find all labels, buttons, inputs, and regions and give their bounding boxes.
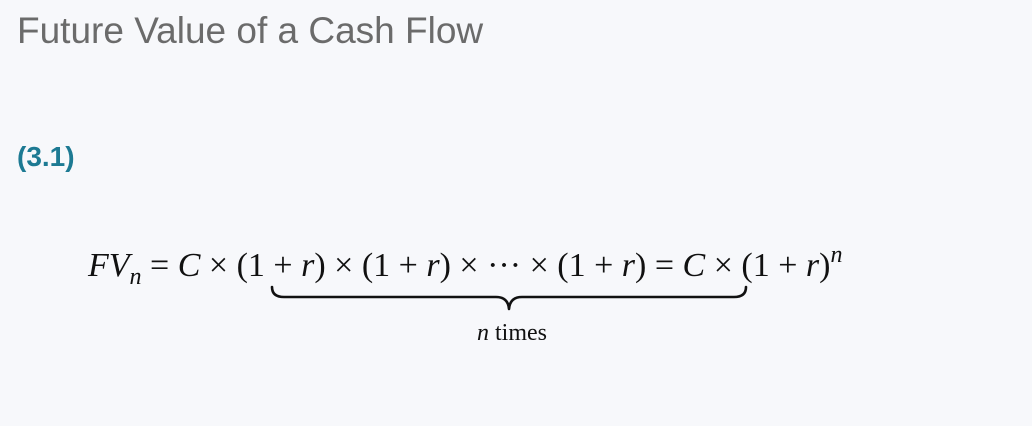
factor-close: ) xyxy=(439,247,451,284)
times-sign: × xyxy=(459,247,479,284)
underbrace xyxy=(270,285,748,311)
compound-factor: (1 + r)n xyxy=(741,243,842,284)
rate-symbol: r xyxy=(805,247,820,284)
factor-open: (1 + xyxy=(236,247,302,284)
page-title: Future Value of a Cash Flow xyxy=(17,10,484,51)
cash-flow-symbol: C xyxy=(682,247,706,284)
factor-close: ) xyxy=(314,247,326,284)
growth-factor-3: (1 + r) xyxy=(557,247,646,284)
times-sign: × xyxy=(529,247,549,284)
equals-sign: = xyxy=(150,247,170,284)
times-sign: × xyxy=(713,247,733,284)
underbrace-label: n times xyxy=(448,320,576,347)
factor-open: (1 + xyxy=(361,247,427,284)
brace-word: times xyxy=(495,320,547,346)
times-sign: × xyxy=(208,247,229,284)
fv-subscript: n xyxy=(129,264,142,290)
factor-close: ) xyxy=(635,247,647,284)
cash-flow-symbol: C xyxy=(177,247,201,284)
future-value-formula: FVn = C × (1 + r) × (1 + r) × ··· × (1 +… xyxy=(88,243,842,290)
exponent: n xyxy=(830,242,843,268)
fv-symbol: FV xyxy=(88,247,130,284)
factor-open: (1 + xyxy=(557,247,622,284)
equals-sign: = xyxy=(654,247,675,284)
ellipsis: ··· xyxy=(487,247,522,284)
factor-open: (1 + xyxy=(741,247,806,284)
rate-symbol: r xyxy=(621,247,635,284)
rate-symbol: r xyxy=(426,247,440,284)
equation-number: (3.1) xyxy=(17,141,75,172)
rate-symbol: r xyxy=(301,247,315,284)
growth-factor-2: (1 + r) xyxy=(362,247,451,284)
times-sign: × xyxy=(334,247,354,284)
factor-close: ) xyxy=(819,247,831,284)
brace-count: n xyxy=(477,320,489,346)
growth-factor-1: (1 + r) xyxy=(237,247,326,284)
